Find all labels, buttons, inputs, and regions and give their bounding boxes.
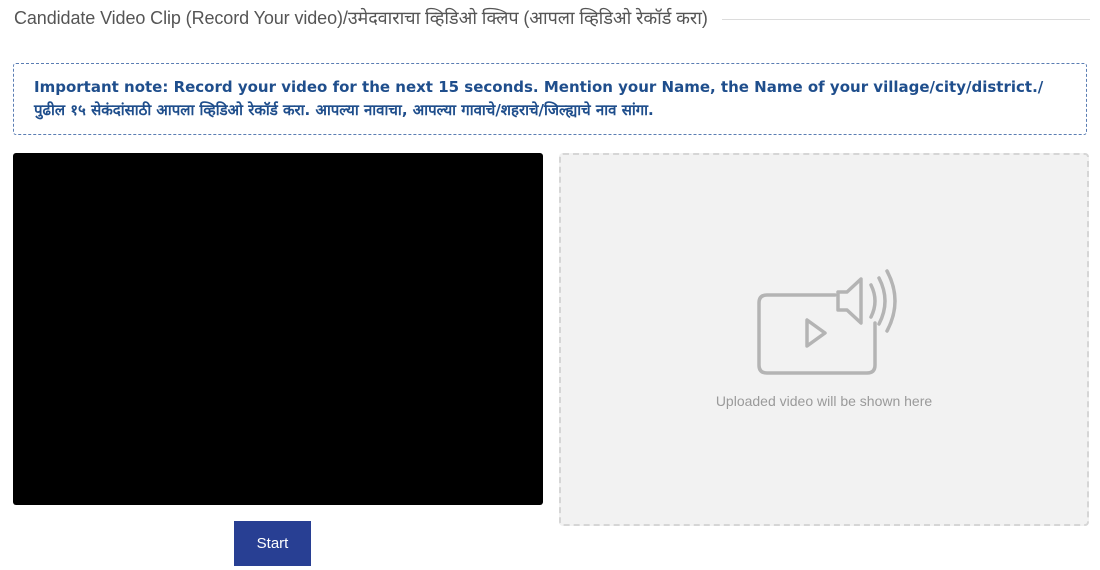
start-recording-button[interactable]: Start	[234, 521, 311, 566]
video-clip-page: Candidate Video Clip (Record Your video)…	[0, 0, 1100, 570]
important-note: Important note: Record your video for th…	[13, 63, 1087, 135]
uploaded-video-caption: Uploaded video will be shown here	[715, 393, 933, 409]
video-speaker-icon	[757, 269, 897, 375]
section-header: Candidate Video Clip (Record Your video)…	[14, 4, 1090, 32]
important-note-text: Important note: Record your video for th…	[34, 78, 1044, 119]
section-divider	[721, 18, 1090, 20]
uploaded-video-panel: Uploaded video will be shown here	[559, 153, 1089, 526]
section-title: Candidate Video Clip (Record Your video)…	[14, 8, 708, 28]
camera-preview	[13, 153, 543, 505]
